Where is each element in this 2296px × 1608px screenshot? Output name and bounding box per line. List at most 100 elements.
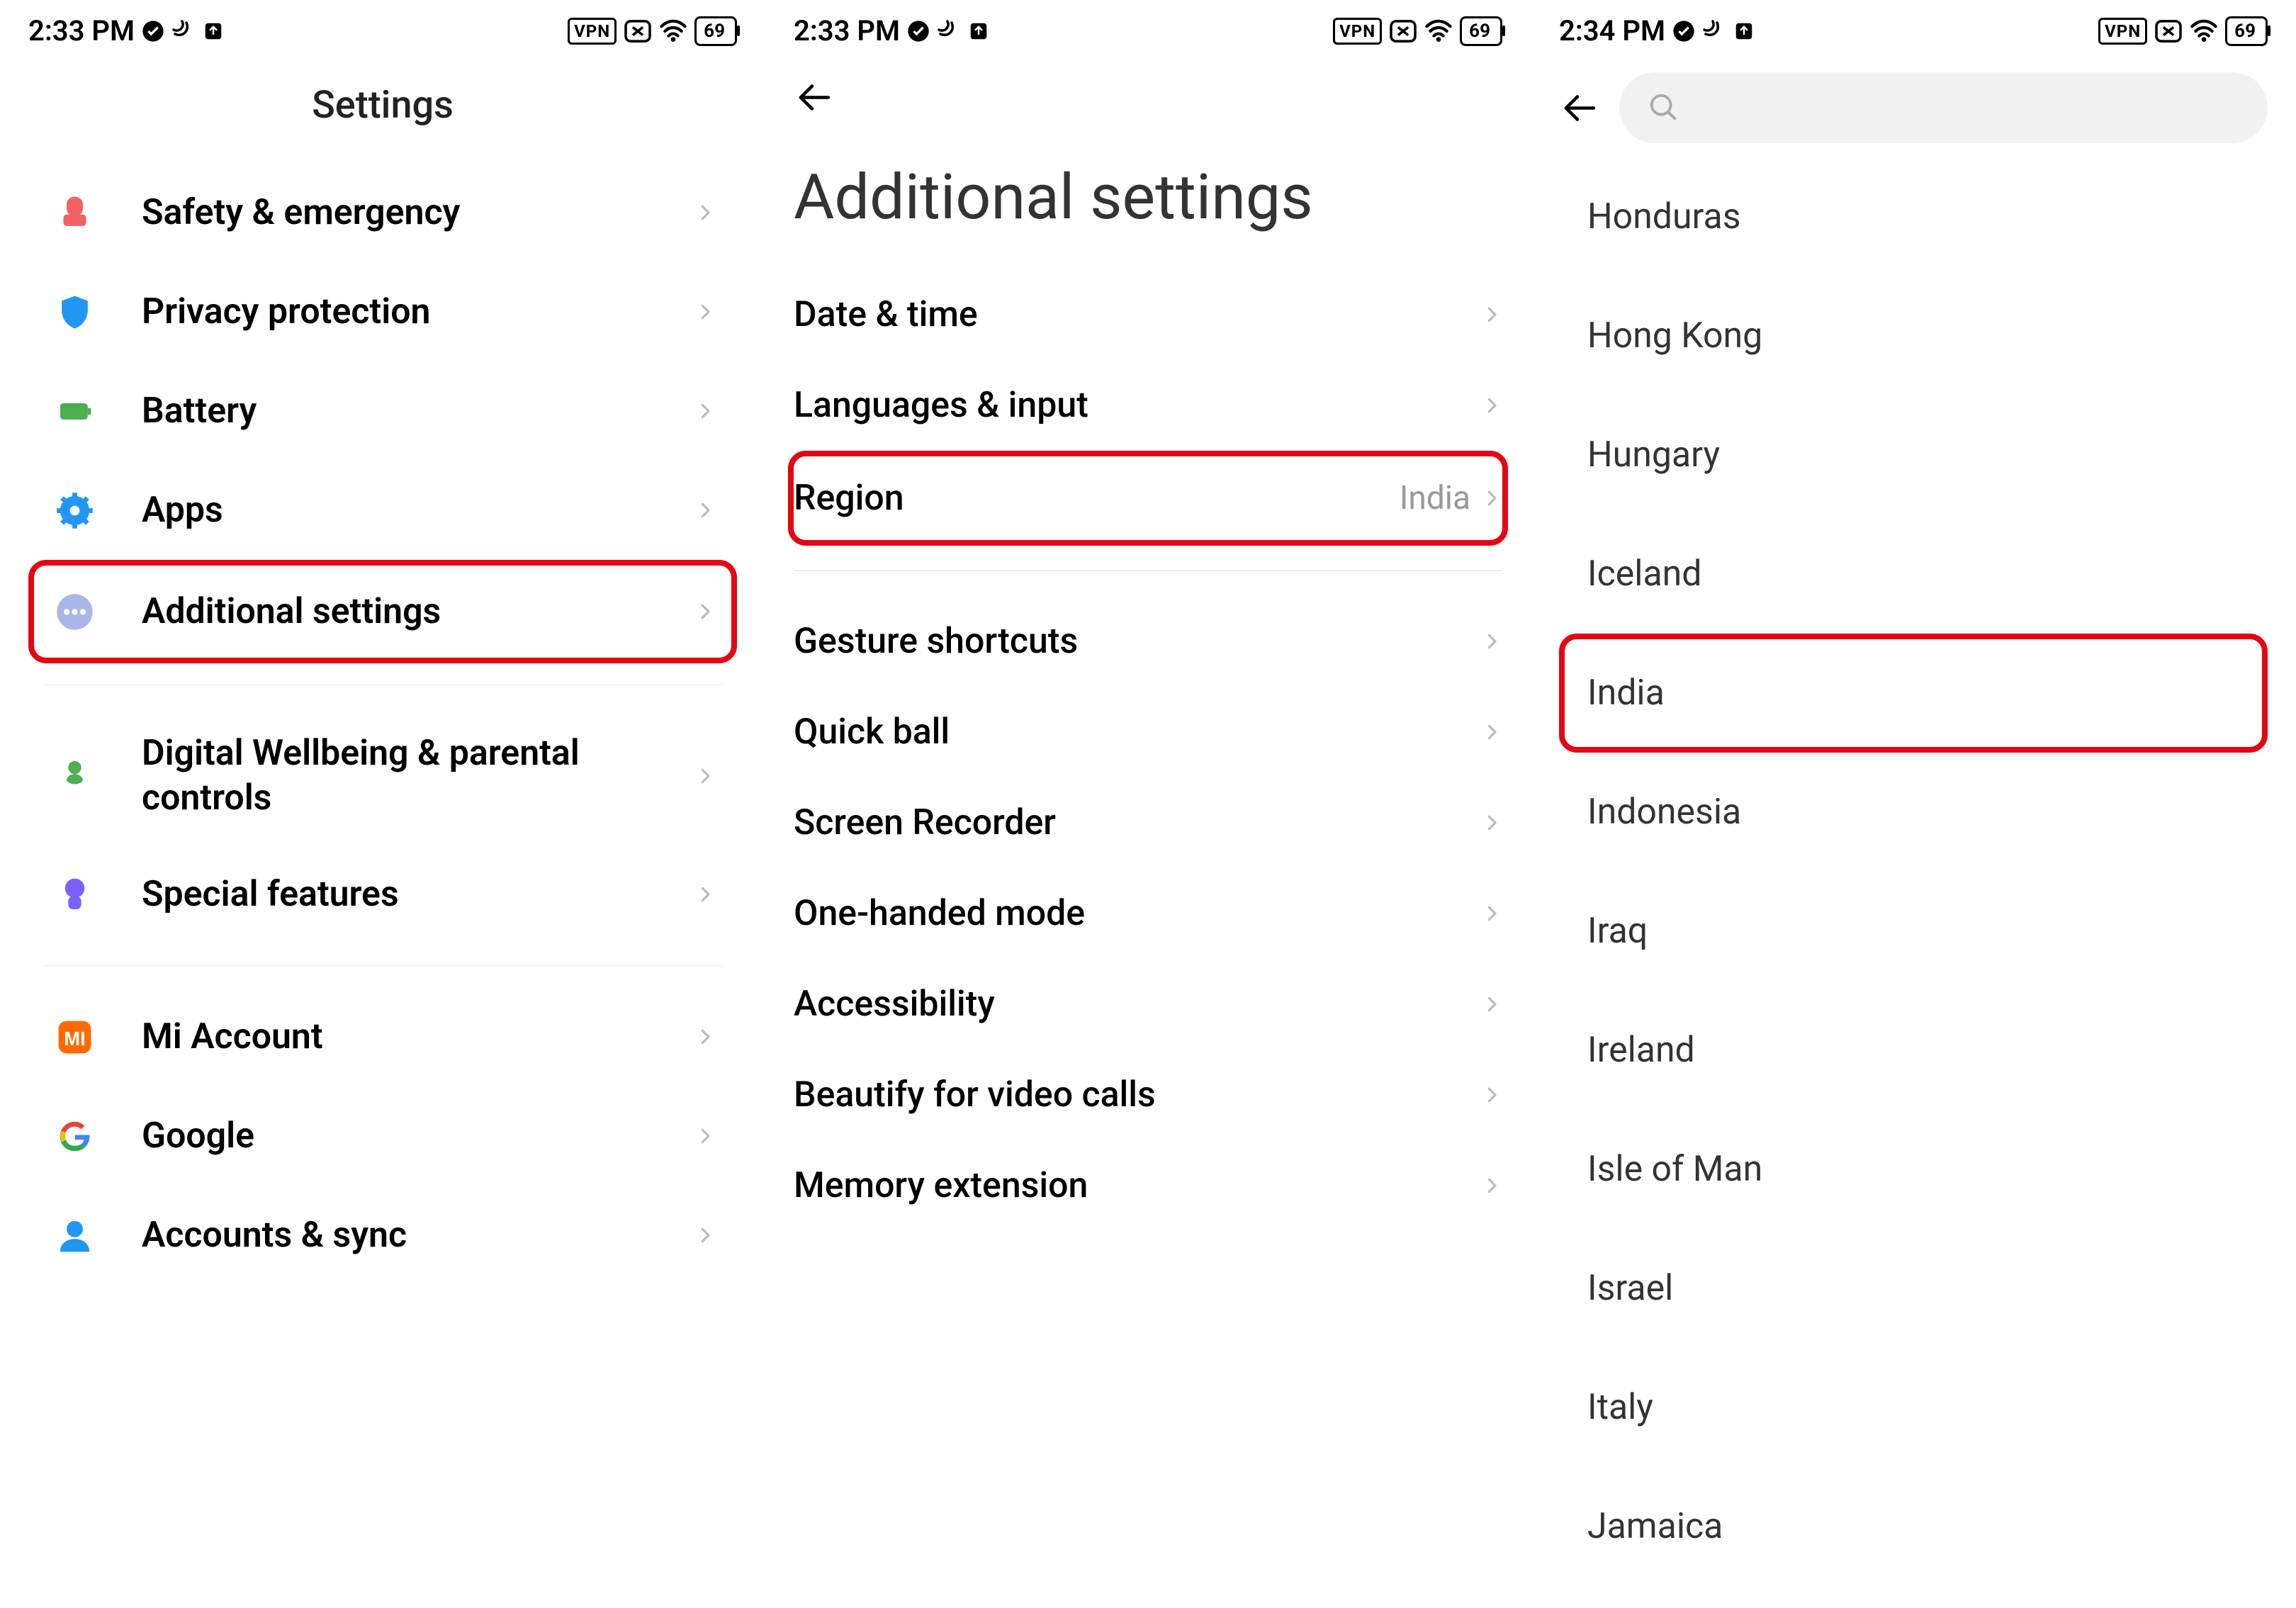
- settings-item-battery[interactable]: Battery: [28, 361, 737, 461]
- additional-item[interactable]: Date & time: [794, 269, 1502, 360]
- item-label: Privacy protection: [142, 290, 694, 334]
- region-list: Honduras Hong Kong Hungary IcelandIndia Indo…: [1531, 157, 2296, 1586]
- additional-item[interactable]: Memory extension: [794, 1140, 1502, 1231]
- chevron-right-icon: [694, 1026, 716, 1047]
- person-icon: [50, 1210, 99, 1260]
- region-name: Hungary: [1587, 434, 1720, 476]
- status-bar: 2:34 PM VPN 69: [1531, 0, 2296, 55]
- item-label: Accounts & sync: [142, 1213, 694, 1258]
- region-name: Jamaica: [1587, 1506, 1723, 1547]
- search-input[interactable]: [1619, 72, 2268, 143]
- settings-item-special[interactable]: Special features: [28, 845, 737, 944]
- additional-item[interactable]: One-handed mode: [794, 868, 1502, 959]
- additional-item[interactable]: Quick ball: [794, 687, 1502, 777]
- region-name: Indonesia: [1587, 792, 1741, 833]
- chevron-right-icon: [1481, 1084, 1502, 1106]
- no-sim-icon: [624, 19, 652, 43]
- item-label: Screen Recorder: [794, 802, 1481, 843]
- region-item[interactable]: India: [1559, 634, 2268, 753]
- region-name: Isle of Man: [1587, 1149, 1762, 1190]
- status-time: 2:34 PM: [1559, 14, 1665, 47]
- no-sim-icon: [1389, 19, 1417, 43]
- region-item[interactable]: Iceland: [1559, 515, 2268, 634]
- settings-item-shield[interactable]: Privacy protection: [28, 262, 737, 361]
- settings-item-dots[interactable]: Additional settings: [28, 560, 737, 663]
- item-label: Date & time: [794, 294, 1481, 335]
- region-name: Iraq: [1587, 911, 1648, 952]
- nfc-icon: [171, 19, 196, 43]
- chevron-right-icon: [1481, 1175, 1502, 1196]
- additional-list-2: Gesture shortcuts Quick ball Screen Record…: [765, 596, 1531, 1231]
- chevron-right-icon: [694, 400, 716, 422]
- item-label: Languages & input: [794, 385, 1481, 426]
- region-item[interactable]: Indonesia: [1559, 753, 2268, 872]
- item-label: Additional settings: [142, 590, 694, 634]
- search-header: [1531, 55, 2296, 157]
- status-bar: 2:33 PM VPN 69: [765, 0, 1531, 55]
- status-bar: 2:33 PM VPN 69: [0, 0, 765, 55]
- mi-icon: MI: [50, 1012, 99, 1062]
- vpn-indicator: VPN: [2098, 18, 2147, 45]
- additional-item[interactable]: Beautify for video calls: [794, 1050, 1502, 1140]
- region-item[interactable]: Hungary: [1559, 395, 2268, 515]
- item-value: India: [1400, 479, 1470, 517]
- wifi-icon: [659, 19, 687, 43]
- chevron-right-icon: [694, 1225, 716, 1246]
- nfc-icon: [937, 19, 961, 43]
- region-item[interactable]: Italy: [1559, 1348, 2268, 1467]
- screen-additional-settings: 2:33 PM VPN 69 Additional settings Date …: [765, 0, 1531, 1608]
- divider: [794, 570, 1502, 571]
- wifi-icon: [1424, 19, 1453, 43]
- region-name: Honduras: [1587, 196, 1741, 237]
- item-label: Accessibility: [794, 984, 1481, 1025]
- region-item[interactable]: Honduras: [1559, 157, 2268, 276]
- settings-item-gear[interactable]: Apps: [28, 461, 737, 560]
- item-label: Region: [794, 478, 1400, 519]
- item-label: Google: [142, 1114, 694, 1159]
- region-item[interactable]: Hong Kong: [1559, 276, 2268, 395]
- item-label: Special features: [142, 872, 694, 917]
- region-name: Italy: [1587, 1387, 1653, 1428]
- settings-item-mi[interactable]: MIMi Account: [28, 987, 737, 1086]
- nfc-icon: [1702, 19, 1726, 43]
- chevron-right-icon: [694, 765, 716, 787]
- chevron-right-icon: [694, 202, 716, 223]
- chevron-right-icon: [1481, 994, 1502, 1015]
- header: [765, 55, 1531, 118]
- region-item[interactable]: Isle of Man: [1559, 1110, 2268, 1229]
- wifi-icon: [2190, 19, 2218, 43]
- chevron-right-icon: [694, 601, 716, 622]
- battery-indicator: 69: [2225, 16, 2268, 46]
- back-button[interactable]: [1559, 86, 1602, 129]
- additional-item[interactable]: Accessibility: [794, 959, 1502, 1050]
- item-label: Battery: [142, 389, 694, 434]
- region-item[interactable]: Ireland: [1559, 991, 2268, 1110]
- settings-item-wellbeing[interactable]: Digital Wellbeing & parental controls: [28, 707, 737, 845]
- additional-item[interactable]: Screen Recorder: [794, 777, 1502, 868]
- region-item[interactable]: Israel: [1559, 1229, 2268, 1348]
- additional-item[interactable]: RegionIndia: [788, 451, 1508, 546]
- additional-list-1: Date & time Languages & input RegionIndia: [765, 269, 1531, 546]
- region-name: Ireland: [1587, 1030, 1695, 1071]
- settings-item-google[interactable]: Google: [28, 1086, 737, 1186]
- chevron-right-icon: [694, 301, 716, 322]
- battery-indicator: 69: [1460, 16, 1502, 46]
- item-label: Apps: [142, 488, 694, 533]
- chevron-right-icon: [1481, 812, 1502, 833]
- divider: [43, 965, 723, 966]
- item-label: Memory extension: [794, 1165, 1481, 1206]
- item-label: Beautify for video calls: [794, 1074, 1481, 1115]
- additional-item[interactable]: Gesture shortcuts: [794, 596, 1502, 687]
- back-button[interactable]: [794, 76, 836, 118]
- check-icon: [142, 20, 164, 43]
- search-icon: [1648, 91, 1680, 124]
- region-item[interactable]: Iraq: [1559, 872, 2268, 991]
- settings-item-safety[interactable]: Safety & emergency: [28, 163, 737, 262]
- settings-list-2: Digital Wellbeing & parental controls Spe…: [0, 707, 765, 944]
- additional-item[interactable]: Languages & input: [794, 360, 1502, 451]
- region-name: Israel: [1587, 1268, 1673, 1309]
- item-label: Gesture shortcuts: [794, 621, 1481, 662]
- settings-item-person[interactable]: Accounts & sync: [28, 1186, 737, 1285]
- region-item[interactable]: Jamaica: [1559, 1467, 2268, 1586]
- chevron-right-icon: [1481, 721, 1502, 743]
